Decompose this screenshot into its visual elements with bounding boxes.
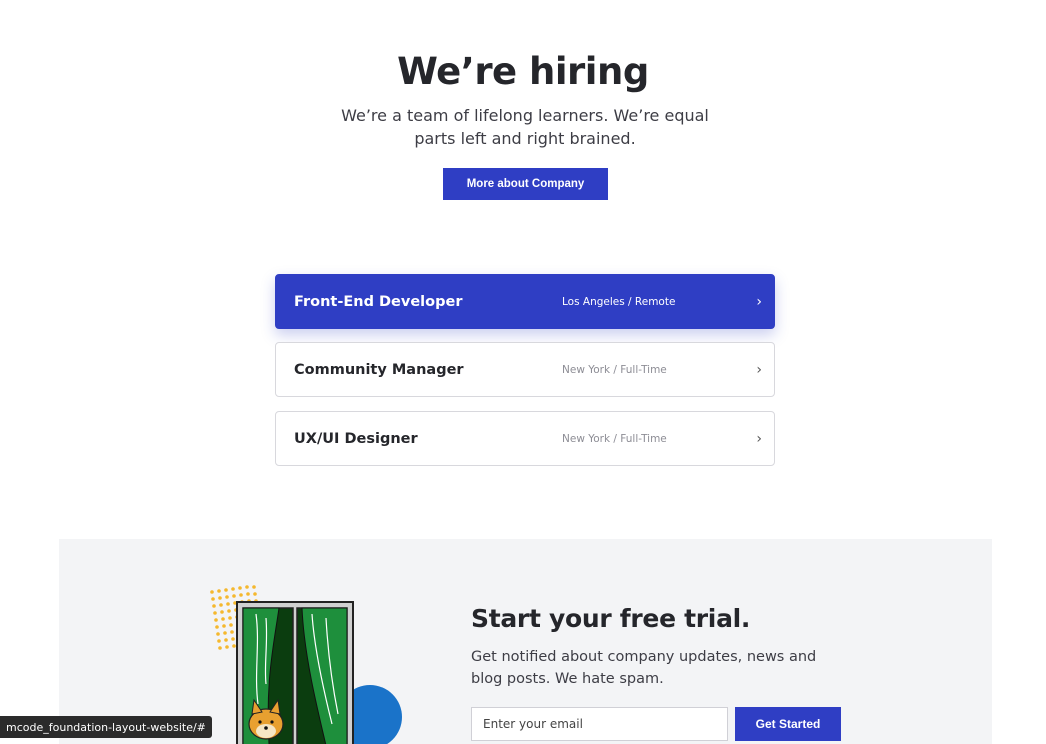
job-item-community-manager[interactable]: Community Manager New York / Full-Time ›: [275, 342, 775, 397]
chevron-right-icon: ›: [756, 293, 762, 310]
chevron-right-icon: ›: [756, 430, 762, 447]
get-started-button[interactable]: Get Started: [735, 707, 841, 741]
job-location: New York / Full-Time: [562, 432, 667, 445]
free-trial-section: Start your free trial. Get notified abou…: [59, 539, 992, 744]
trial-title: Start your free trial.: [471, 604, 751, 633]
job-item-ux-ui-designer[interactable]: UX/UI Designer New York / Full-Time ›: [275, 411, 775, 466]
job-title: Front-End Developer: [294, 293, 463, 310]
more-about-company-button[interactable]: More about Company: [443, 168, 608, 200]
window-curtain-illustration: [210, 585, 402, 744]
chevron-right-icon: ›: [756, 361, 762, 378]
link-status-bar: mcode_foundation-layout-website/#: [0, 716, 212, 738]
job-title: UX/UI Designer: [294, 430, 418, 447]
job-title: Community Manager: [294, 361, 464, 378]
email-input[interactable]: [471, 707, 728, 741]
job-location: New York / Full-Time: [562, 363, 667, 376]
trial-description: Get notified about company updates, news…: [471, 649, 817, 687]
job-item-front-end-developer[interactable]: Front-End Developer Los Angeles / Remote…: [275, 274, 775, 329]
hero-title: We’re hiring: [397, 50, 649, 93]
hero-subtitle: We’re a team of lifelong learners. We’re…: [341, 106, 709, 148]
job-location: Los Angeles / Remote: [562, 295, 676, 308]
